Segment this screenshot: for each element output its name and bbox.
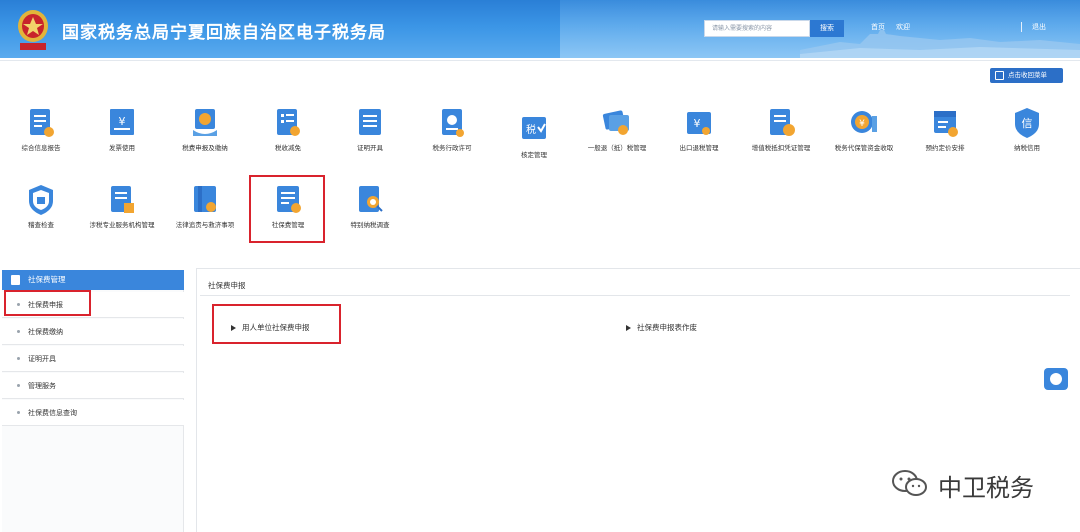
svg-text:¥: ¥	[859, 119, 865, 129]
highlight-employer-declare	[212, 304, 341, 344]
svg-text:¥: ¥	[119, 115, 126, 128]
report-icon	[30, 109, 54, 137]
func-label: 预约定价安排	[925, 144, 965, 152]
func-label: 涉税专业服务机构管理	[89, 221, 155, 229]
svg-text:税: 税	[526, 123, 536, 136]
refund-icon	[602, 110, 629, 135]
panel-title: 社保费申报	[208, 281, 246, 290]
customer-service-button[interactable]	[1044, 368, 1068, 390]
watermark-text: 中卫税务	[938, 474, 1034, 502]
assessment-icon: 税	[522, 117, 546, 139]
sidebar-item-query[interactable]: 社保费信息查询	[2, 400, 184, 426]
sidebar-header: 社保费管理	[2, 270, 184, 290]
bullet-icon	[17, 330, 20, 333]
welcome-text: 欢迎	[896, 23, 910, 31]
func-label: 纳税信用	[1014, 144, 1040, 152]
svg-text:信: 信	[1022, 117, 1033, 130]
func-label: 证明开具	[357, 144, 383, 152]
link-declare-void[interactable]: 社保费申报表作废	[626, 322, 697, 333]
folder-icon	[11, 275, 20, 285]
sidebar-item-label: 社保费信息查询	[28, 409, 77, 417]
func-label: 税务行政许可	[432, 144, 472, 152]
func-label: 税收减免	[275, 144, 301, 152]
sidebar-item-label: 管理服务	[28, 382, 56, 390]
sidebar-item-label: 证明开具	[28, 355, 56, 363]
pricing-icon	[934, 111, 958, 137]
link-label: 社保费申报表作废	[637, 323, 697, 332]
func-label: 发票使用	[109, 144, 135, 152]
func-label: 法律追责与救济事项	[175, 221, 235, 229]
custody-fund-icon: ¥	[851, 111, 877, 133]
panel-divider	[200, 295, 1070, 296]
sidebar-item-certificate[interactable]: 证明开具	[2, 346, 184, 372]
invoice-icon: ¥	[110, 109, 134, 135]
func-label: 一般退（抵）税管理	[587, 144, 647, 152]
declare-pay-icon	[193, 109, 217, 136]
func-label: 税务代保管资金收取	[834, 144, 894, 152]
sidebar-item-label: 社保费缴纳	[28, 328, 63, 336]
export-refund-icon: ¥	[687, 112, 711, 135]
home-link[interactable]: 首页	[871, 22, 885, 32]
agency-icon	[111, 186, 134, 213]
func-label: 出口退税管理	[679, 144, 719, 152]
highlight-sidebar-declare	[4, 290, 91, 316]
header-separator	[1021, 22, 1022, 32]
tax-emblem-icon	[18, 10, 48, 50]
sidebar-title: 社保费管理	[28, 275, 66, 284]
func-label: 核定管理	[521, 151, 547, 159]
vat-voucher-icon	[770, 109, 795, 136]
bullet-icon	[17, 357, 20, 360]
func-label: 增值税抵扣凭证管理	[751, 144, 811, 152]
menu-icon	[995, 71, 1004, 80]
search-button[interactable]: 搜索	[810, 20, 844, 37]
func-label: 税费申报及缴纳	[182, 144, 228, 152]
func-label: 特别纳税调查	[350, 221, 390, 229]
func-label: 稽查检查	[28, 221, 54, 229]
func-label: 综合信息报告	[21, 144, 61, 152]
header-banner: 国家税务总局宁夏回族自治区电子税务局 请输入需要搜索的内容 搜索 首页 欢迎 退…	[0, 0, 1080, 58]
search-input[interactable]: 请输入需要搜索的内容	[704, 20, 810, 37]
highlight-social-insurance	[249, 175, 325, 243]
sidebar-item-management[interactable]: 管理服务	[2, 373, 184, 399]
special-investigation-icon	[359, 186, 383, 212]
certificate-icon	[359, 109, 381, 135]
inspection-icon	[29, 185, 53, 215]
tax-relief-icon	[277, 109, 300, 136]
wechat-icon	[892, 470, 927, 496]
site-title: 国家税务总局宁夏回族自治区电子税务局	[62, 23, 386, 43]
logout-link[interactable]: 退出	[1032, 22, 1046, 32]
sidebar-item-pay[interactable]: 社保费缴纳	[2, 319, 184, 345]
collapse-menu-button[interactable]: 点击收回菜单	[990, 68, 1063, 83]
bullet-icon	[17, 384, 20, 387]
collapse-menu-label: 点击收回菜单	[1008, 71, 1047, 79]
bullet-icon	[17, 411, 20, 414]
arrow-right-icon	[626, 325, 631, 331]
header-divider	[0, 60, 1080, 61]
legal-icon	[194, 186, 216, 212]
credit-icon: 信	[1015, 108, 1039, 138]
license-icon	[442, 109, 464, 137]
headset-icon	[1050, 373, 1062, 385]
svg-text:¥: ¥	[694, 117, 701, 130]
